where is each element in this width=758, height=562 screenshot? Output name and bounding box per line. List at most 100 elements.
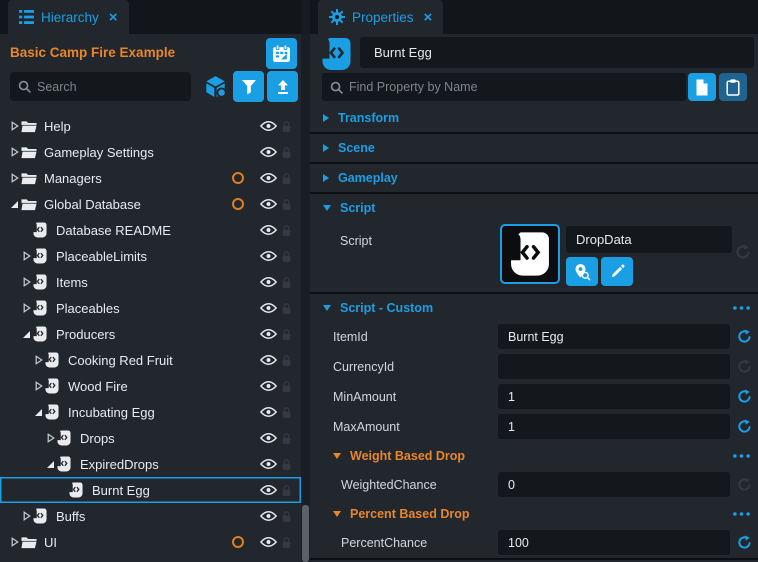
section-transform[interactable]: Transform [310, 104, 758, 132]
currencyid-input[interactable] [498, 354, 730, 379]
subsection-percent-based-drop[interactable]: Percent Based Drop [310, 500, 758, 528]
visibility-eye-icon[interactable] [260, 146, 277, 158]
itemid-input[interactable] [498, 324, 730, 349]
lock-icon[interactable] [281, 458, 292, 471]
hierarchy-scrollbar[interactable] [301, 34, 310, 562]
expand-arrow-icon[interactable] [8, 537, 21, 547]
visibility-eye-icon[interactable] [260, 198, 277, 210]
visibility-eye-icon[interactable] [260, 224, 277, 236]
lock-icon[interactable] [281, 224, 292, 237]
section-gameplay[interactable]: Gameplay [310, 164, 758, 192]
maxamount-input[interactable] [498, 414, 730, 439]
reset-icon[interactable] [735, 244, 751, 260]
script-name-input[interactable] [566, 226, 732, 253]
tree-item-placeablelimits[interactable]: PlaceableLimits [0, 243, 301, 269]
reset-icon[interactable] [737, 419, 752, 434]
lock-icon[interactable] [281, 484, 292, 497]
scrollbar-thumb[interactable] [302, 505, 309, 562]
expand-arrow-icon[interactable] [44, 433, 57, 443]
collapse-arrow-icon[interactable] [44, 460, 57, 469]
reset-icon[interactable] [737, 535, 752, 550]
level-button[interactable] [266, 38, 297, 69]
expand-arrow-icon[interactable] [20, 511, 33, 521]
tree-item-help[interactable]: Help [0, 113, 301, 139]
copy-properties-button[interactable] [688, 73, 716, 101]
tree-item-items[interactable]: Items [0, 269, 301, 295]
tree-item-gameplay-settings[interactable]: Gameplay Settings [0, 139, 301, 165]
lock-icon[interactable] [281, 302, 292, 315]
expand-arrow-icon[interactable] [20, 303, 33, 313]
visibility-eye-icon[interactable] [260, 354, 277, 366]
section-menu-icon[interactable] [733, 306, 750, 310]
visibility-eye-icon[interactable] [260, 458, 277, 470]
tree-item-database-readme[interactable]: Database README [0, 217, 301, 243]
expand-arrow-icon[interactable] [20, 251, 33, 261]
lock-icon[interactable] [281, 172, 292, 185]
section-menu-icon[interactable] [733, 454, 750, 458]
reset-icon[interactable] [737, 389, 752, 404]
visibility-eye-icon[interactable] [260, 432, 277, 444]
tree-item-placeables[interactable]: Placeables [0, 295, 301, 321]
tree-item-expireddrops[interactable]: ExpiredDrops [0, 451, 301, 477]
find-property-input[interactable] [349, 80, 678, 94]
close-icon[interactable]: × [109, 10, 118, 25]
visibility-eye-icon[interactable] [260, 328, 277, 340]
expand-arrow-icon[interactable] [20, 277, 33, 287]
collapse-arrow-icon[interactable] [20, 330, 33, 339]
tab-properties[interactable]: Properties × [318, 0, 443, 34]
subsection-weight-based-drop[interactable]: Weight Based Drop [310, 442, 758, 470]
tree-item-wood-fire[interactable]: Wood Fire [0, 373, 301, 399]
percentchance-input[interactable] [498, 530, 730, 555]
lock-icon[interactable] [281, 510, 292, 523]
search-input[interactable] [37, 80, 183, 94]
tree-item-managers[interactable]: Managers [0, 165, 301, 191]
cube-icon[interactable] [203, 75, 228, 98]
visibility-eye-icon[interactable] [260, 120, 277, 132]
lock-icon[interactable] [281, 380, 292, 393]
expand-arrow-icon[interactable] [32, 355, 45, 365]
tree-item-incubating-egg[interactable]: Incubating Egg [0, 399, 301, 425]
tree-item-item[interactable] [0, 555, 301, 562]
tree-item-global-database[interactable]: Global Database [0, 191, 301, 217]
upload-button[interactable] [267, 71, 298, 102]
section-script[interactable]: Script [310, 194, 758, 222]
tree-item-buffs[interactable]: Buffs [0, 503, 301, 529]
collapse-arrow-icon[interactable] [8, 200, 21, 209]
lock-icon[interactable] [281, 328, 292, 341]
lock-icon[interactable] [281, 198, 292, 211]
reset-icon[interactable] [737, 359, 752, 374]
section-script-custom[interactable]: Script - Custom [310, 294, 758, 322]
visibility-eye-icon[interactable] [260, 406, 277, 418]
visibility-eye-icon[interactable] [260, 484, 277, 496]
expand-arrow-icon[interactable] [8, 173, 21, 183]
close-icon[interactable]: × [424, 10, 433, 25]
edit-script-button[interactable] [601, 257, 633, 286]
tree-item-burnt-egg[interactable]: Burnt Egg [0, 477, 301, 503]
tab-hierarchy[interactable]: Hierarchy × [8, 0, 129, 34]
find-property-box[interactable] [322, 73, 686, 101]
section-scene[interactable]: Scene [310, 134, 758, 162]
lock-icon[interactable] [281, 432, 292, 445]
section-menu-icon[interactable] [733, 512, 750, 516]
lock-icon[interactable] [281, 536, 292, 549]
lock-icon[interactable] [281, 406, 292, 419]
filter-button[interactable] [233, 71, 264, 102]
object-name-input[interactable] [374, 45, 740, 60]
lock-icon[interactable] [281, 276, 292, 289]
visibility-eye-icon[interactable] [260, 172, 277, 184]
search-box[interactable] [10, 72, 191, 101]
tree-item-cooking-red-fruit[interactable]: Cooking Red Fruit [0, 347, 301, 373]
expand-arrow-icon[interactable] [8, 147, 21, 157]
expand-arrow-icon[interactable] [8, 121, 21, 131]
visibility-eye-icon[interactable] [260, 250, 277, 262]
visibility-eye-icon[interactable] [260, 276, 277, 288]
weightedchance-input[interactable] [498, 472, 730, 497]
paste-properties-button[interactable] [719, 73, 747, 101]
visibility-eye-icon[interactable] [260, 536, 277, 548]
visibility-eye-icon[interactable] [260, 510, 277, 522]
lock-icon[interactable] [281, 146, 292, 159]
tree-item-drops[interactable]: Drops [0, 425, 301, 451]
minamount-input[interactable] [498, 384, 730, 409]
object-name-field[interactable] [360, 37, 754, 68]
script-asset-thumbnail[interactable] [500, 224, 560, 284]
